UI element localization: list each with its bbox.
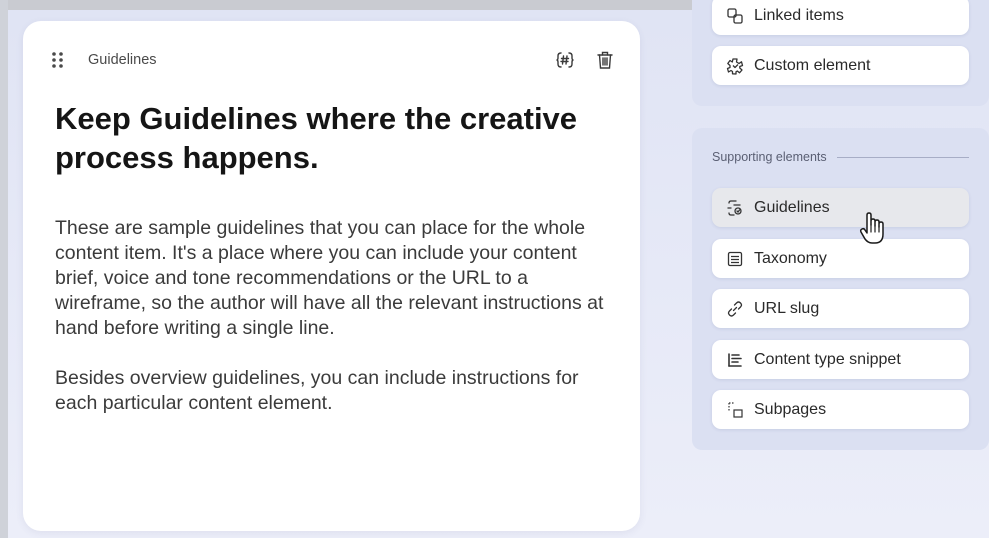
- custom-element-icon: [726, 57, 744, 75]
- element-label: Content type snippet: [754, 350, 901, 368]
- element-linked-items[interactable]: Linked items: [712, 0, 969, 35]
- element-label: Guidelines: [754, 198, 830, 216]
- card-header-actions: [554, 49, 616, 71]
- guidelines-paragraph: Besides overview guidelines, you can inc…: [55, 367, 579, 414]
- element-taxonomy[interactable]: Taxonomy: [712, 239, 969, 278]
- card-title: Keep Guidelines where the creative proce…: [55, 101, 578, 175]
- window-left-edge: [0, 0, 8, 538]
- hash-icon[interactable]: [554, 49, 576, 71]
- element-label: Linked items: [754, 6, 844, 24]
- card-body: These are sample guidelines that you can…: [55, 216, 615, 416]
- link-icon: [726, 300, 744, 318]
- element-label: Subpages: [754, 400, 827, 418]
- element-url-slug[interactable]: URL slug: [712, 289, 969, 328]
- trash-icon[interactable]: [594, 49, 616, 71]
- card-header: Guidelines: [51, 47, 616, 73]
- taxonomy-icon: [726, 250, 744, 268]
- element-label: Custom element: [754, 56, 871, 74]
- element-label: URL slug: [754, 299, 820, 317]
- element-content-type-snippet[interactable]: Content type snippet: [712, 340, 969, 379]
- element-guidelines[interactable]: Guidelines: [712, 188, 969, 227]
- section-label-text: Supporting elements: [712, 150, 827, 164]
- subpages-icon: [726, 401, 744, 419]
- linked-items-icon: [726, 7, 744, 25]
- element-subpages[interactable]: Subpages: [712, 390, 969, 429]
- guidelines-icon: [726, 199, 744, 217]
- guidelines-paragraph: These are sample guidelines that you can…: [55, 217, 604, 339]
- element-label: Taxonomy: [754, 249, 827, 267]
- element-custom-element[interactable]: Custom element: [712, 46, 969, 85]
- supporting-elements-heading: Supporting elements: [712, 149, 969, 165]
- card-label: Guidelines: [88, 52, 157, 68]
- drag-handle-icon[interactable]: [51, 51, 65, 69]
- section-divider: [836, 156, 969, 158]
- guidelines-card: Guidelines Keep Guidelines where the cre…: [23, 21, 640, 531]
- snippet-icon: [726, 351, 744, 369]
